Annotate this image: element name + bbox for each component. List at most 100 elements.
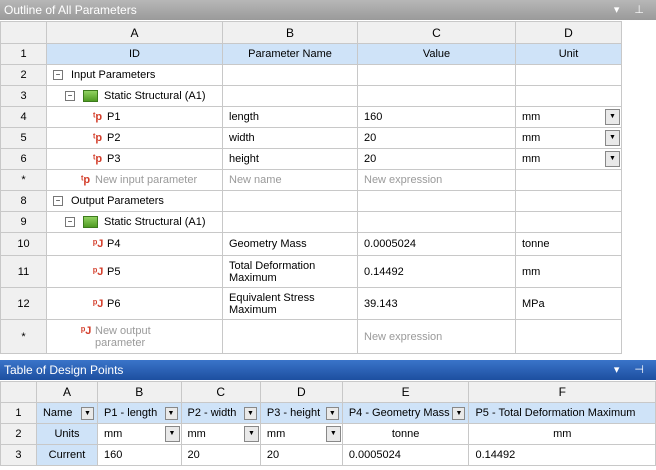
new-expression-cell[interactable]: New expression <box>357 169 516 191</box>
parameter-name-cell[interactable]: height <box>222 148 358 170</box>
parameter-name-cell[interactable]: width <box>222 127 358 149</box>
parameter-id-cell[interactable]: ᵗp P3 <box>46 148 223 170</box>
dropdown-arrow-icon[interactable]: ▼ <box>605 109 620 125</box>
design-points-panel-controls[interactable]: ▾ ⊣ <box>614 360 650 380</box>
new-input-parameter-cell[interactable]: ᵗp New input parameter <box>46 169 223 191</box>
unit-dropdown[interactable]: mm ▼ <box>515 148 622 170</box>
output-parameter-icon: ᵖJ <box>81 324 92 337</box>
dropdown-arrow-icon[interactable]: ▼ <box>605 151 620 167</box>
parameter-name-cell[interactable]: Equivalent Stress Maximum <box>222 287 358 320</box>
row-number: 5 <box>0 127 47 149</box>
new-name-cell[interactable]: New name <box>222 169 358 191</box>
header-value: Value <box>357 43 516 65</box>
header-p2[interactable]: P2 - width ▼ <box>180 402 261 424</box>
unit-dropdown[interactable]: mm ▼ <box>97 423 182 445</box>
col-header-b[interactable]: B <box>222 21 358 44</box>
empty-cell <box>515 190 622 212</box>
output-system-node[interactable]: − Static Structural (A1) <box>46 211 223 233</box>
col-header-b[interactable]: B <box>97 381 182 403</box>
col-header-c[interactable]: C <box>180 381 261 403</box>
corner-cell <box>0 381 37 403</box>
unit-value: mm <box>266 428 286 440</box>
row-number: 3 <box>0 444 37 466</box>
output-parameter-icon: ᵖJ <box>93 238 104 250</box>
unit-value: mm <box>104 428 123 440</box>
dropdown-arrow-icon[interactable]: ▼ <box>325 426 341 442</box>
header-name[interactable]: Name ▼ <box>35 402 99 424</box>
col-header-a[interactable]: A <box>35 381 99 403</box>
empty-cell <box>515 85 622 107</box>
row-number: * <box>0 169 47 191</box>
col-header-c[interactable]: C <box>357 21 516 44</box>
parameter-name-cell[interactable]: length <box>222 106 358 128</box>
filter-dropdown-icon[interactable]: ▼ <box>81 407 95 420</box>
value-cell[interactable]: 160 <box>97 444 182 466</box>
filter-dropdown-icon[interactable]: ▼ <box>452 407 466 420</box>
parameter-id-cell[interactable]: ᵖJ P6 <box>46 287 223 320</box>
unit-dropdown[interactable]: mm ▼ <box>515 127 622 149</box>
filter-dropdown-icon[interactable]: ▼ <box>243 407 257 420</box>
parameter-id-cell[interactable]: ᵗp P1 <box>46 106 223 128</box>
row-number: 1 <box>0 43 47 65</box>
parameter-value-cell[interactable]: 160 <box>357 106 516 128</box>
unit-cell: mm <box>468 423 656 445</box>
col-header-d[interactable]: D <box>259 381 343 403</box>
col-header-d[interactable]: D <box>515 21 622 44</box>
header-p3[interactable]: P3 - height ▼ <box>259 402 343 424</box>
parameter-name-cell[interactable]: Total Deformation Maximum <box>222 255 358 288</box>
parameter-value-cell[interactable]: 20 <box>357 127 516 149</box>
collapse-icon[interactable]: − <box>53 70 63 81</box>
outline-grid: A B C D 1 ID Parameter Name Value Unit 2… <box>0 21 622 354</box>
dropdown-arrow-icon[interactable]: ▼ <box>164 426 180 442</box>
unit-dropdown[interactable]: mm ▼ <box>515 106 622 128</box>
value-cell: 0.14492 <box>468 444 656 466</box>
new-expression-cell[interactable]: New expression <box>357 319 516 354</box>
parameter-value-cell[interactable]: 20 <box>357 148 516 170</box>
input-system-node[interactable]: − Static Structural (A1) <box>46 85 223 107</box>
row-number: 11 <box>0 255 47 288</box>
header-p1[interactable]: P1 - length ▼ <box>97 402 182 424</box>
parameter-id-cell[interactable]: ᵖJ P5 <box>46 255 223 288</box>
dropdown-arrow-icon[interactable]: ▼ <box>605 130 620 146</box>
empty-cell <box>515 211 622 233</box>
header-label: P2 - width <box>187 407 237 419</box>
empty-cell <box>357 64 516 86</box>
filter-dropdown-icon[interactable]: ▼ <box>164 407 178 420</box>
parameter-id-cell[interactable]: ᵗp P2 <box>46 127 223 149</box>
unit-cell: MPa <box>515 287 622 320</box>
unit-dropdown[interactable]: mm ▼ <box>259 423 343 445</box>
header-label: P4 - Geometry Mass <box>348 407 450 419</box>
value-cell: 0.0005024 <box>341 444 470 466</box>
col-header-e[interactable]: E <box>341 381 470 403</box>
input-parameters-group[interactable]: − Input Parameters <box>46 64 223 86</box>
row-number: 12 <box>0 287 47 320</box>
empty-cell <box>515 64 622 86</box>
outline-panel-controls[interactable]: ▾ ⊥ <box>614 0 650 20</box>
dropdown-arrow-icon[interactable]: ▼ <box>243 426 259 442</box>
collapse-icon[interactable]: − <box>53 196 63 207</box>
header-p5[interactable]: P5 - Total Deformation Maximum <box>468 402 656 424</box>
parameter-id-cell[interactable]: ᵖJ P4 <box>46 232 223 256</box>
unit-value: mm <box>187 428 206 440</box>
parameter-id: P5 <box>107 265 121 278</box>
new-output-label: New output parameter <box>95 324 151 349</box>
filter-dropdown-icon[interactable]: ▼ <box>325 407 339 420</box>
collapse-icon[interactable]: − <box>65 91 75 102</box>
new-output-parameter-cell[interactable]: ᵖJ New output parameter <box>46 319 223 354</box>
output-parameter-icon: ᵖJ <box>93 265 104 278</box>
output-parameters-group[interactable]: − Output Parameters <box>46 190 223 212</box>
value-cell[interactable]: 20 <box>259 444 343 466</box>
row-number: 6 <box>0 148 47 170</box>
empty-cell <box>357 190 516 212</box>
col-header-f[interactable]: F <box>468 381 656 403</box>
col-header-a[interactable]: A <box>46 21 223 44</box>
header-p4[interactable]: P4 - Geometry Mass ▼ <box>341 402 470 424</box>
parameter-value-cell: 0.14492 <box>357 255 516 288</box>
row-number: * <box>0 319 47 354</box>
collapse-icon[interactable]: − <box>65 217 75 228</box>
row-number: 9 <box>0 211 47 233</box>
header-label: P3 - height <box>266 407 321 419</box>
unit-dropdown[interactable]: mm ▼ <box>180 423 261 445</box>
parameter-name-cell[interactable]: Geometry Mass <box>222 232 358 256</box>
value-cell[interactable]: 20 <box>180 444 261 466</box>
